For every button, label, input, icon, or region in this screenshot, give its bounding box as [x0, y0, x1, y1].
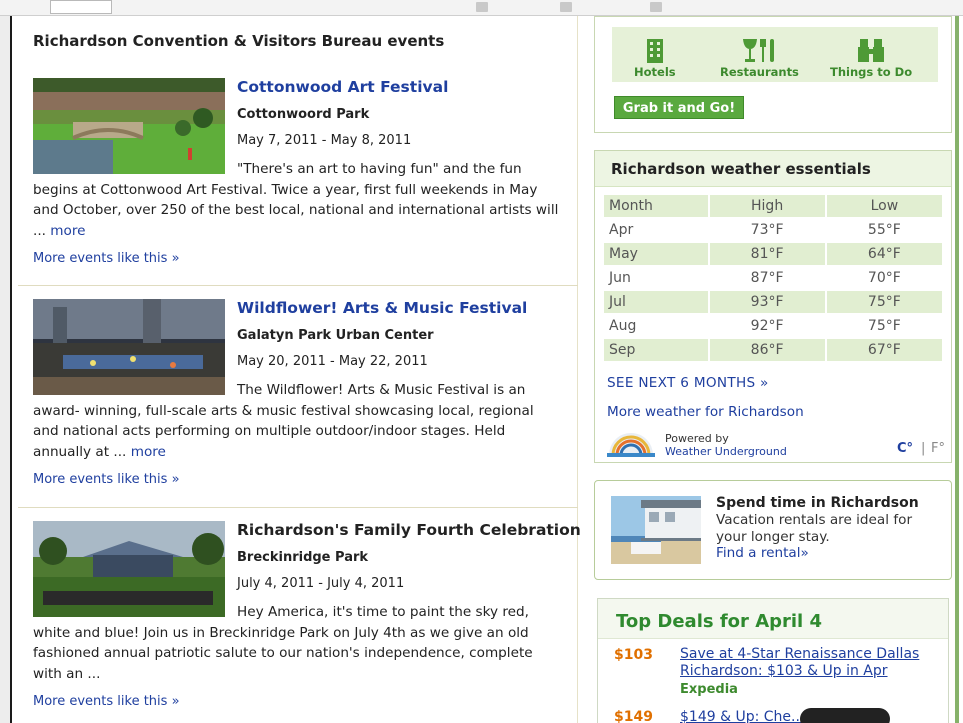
- weather-table-header: Month High Low: [604, 195, 942, 217]
- more-events-link[interactable]: More events like this »: [33, 694, 180, 709]
- event-item: Richardson's Family Fourth Celebration B…: [18, 508, 581, 723]
- things-to-do-label: Things to Do: [830, 65, 913, 79]
- event-date: May 7, 2011 - May 8, 2011: [237, 133, 412, 148]
- unit-separator: |: [921, 441, 926, 456]
- quick-links-box: Hotels Restaurants Things to Do Grab it …: [594, 16, 952, 133]
- see-next-6-months-link[interactable]: SEE NEXT 6 MONTHS »: [607, 375, 769, 391]
- toolbar-icon[interactable]: [560, 2, 572, 12]
- col-high: High: [709, 195, 825, 217]
- browser-viewport: Richardson Convention & Visitors Bureau …: [0, 0, 963, 723]
- deal-source: Expedia: [680, 682, 738, 697]
- table-row: May 81°F 64°F: [604, 243, 942, 265]
- binoculars-icon: [858, 39, 885, 62]
- weather-high: 93°F: [709, 291, 825, 313]
- event-description: Hey America, it's time to paint the sky …: [33, 602, 563, 684]
- event-venue: Breckinridge Park: [237, 550, 369, 565]
- weather-month: Jun: [604, 267, 708, 289]
- table-row: Jun 87°F 70°F: [604, 267, 942, 289]
- celsius-toggle[interactable]: C°: [897, 441, 913, 456]
- weather-month: Jul: [604, 291, 708, 313]
- event-venue: Cottonwoord Park: [237, 107, 370, 122]
- weather-high: 92°F: [709, 315, 825, 337]
- more-weather-link[interactable]: More weather for Richardson: [607, 404, 804, 420]
- deal-price: $103: [614, 647, 653, 663]
- table-row: Sep 86°F 67°F: [604, 339, 942, 361]
- fahrenheit-toggle[interactable]: F°: [931, 441, 945, 456]
- mouse-cursor-overlay: [800, 708, 890, 723]
- event-date: July 4, 2011 - July 4, 2011: [237, 576, 405, 591]
- more-events-link[interactable]: More events like this »: [33, 251, 180, 266]
- grab-it-and-go-button[interactable]: Grab it and Go!: [614, 96, 744, 119]
- weather-month: Apr: [604, 219, 708, 241]
- find-a-rental-link[interactable]: Find a rental»: [716, 545, 809, 561]
- event-more-link[interactable]: more: [131, 444, 166, 460]
- things-to-do-link[interactable]: Things to Do: [830, 37, 912, 79]
- event-more-link[interactable]: more: [50, 223, 85, 239]
- hotels-label: Hotels: [634, 65, 676, 79]
- weather-table: Month High Low Apr 73°F 55°F May 81°F 64…: [602, 193, 944, 363]
- toolbar-icon[interactable]: [650, 2, 662, 12]
- powered-by-label: Powered by: [665, 432, 729, 445]
- browser-toolbar: [0, 0, 963, 16]
- event-title-link[interactable]: Wildflower! Arts & Music Festival: [237, 299, 527, 317]
- event-item: Cottonwood Art Festival Cottonwoord Park…: [18, 16, 578, 286]
- event-description: "There's an art to having fun" and the f…: [33, 159, 563, 241]
- weather-underground-logo-icon[interactable]: [607, 433, 655, 457]
- more-events-link[interactable]: More events like this »: [33, 472, 180, 487]
- weather-header: Richardson weather essentials: [595, 151, 951, 187]
- weather-underground-link[interactable]: Weather Underground: [665, 445, 787, 458]
- spend-time-text: Vacation rentals are ideal for your long…: [716, 512, 913, 545]
- spend-time-title: Spend time in Richardson: [716, 495, 919, 511]
- weather-low: 70°F: [826, 267, 942, 289]
- weather-high: 73°F: [709, 219, 825, 241]
- table-row: Apr 73°F 55°F: [604, 219, 942, 241]
- deals-header: Top Deals for April 4: [598, 599, 948, 639]
- weather-month: Sep: [604, 339, 708, 361]
- event-title[interactable]: Richardson's Family Fourth Celebration: [237, 521, 581, 539]
- weather-high: 81°F: [709, 243, 825, 265]
- weather-month: Aug: [604, 315, 708, 337]
- hotels-link[interactable]: Hotels: [634, 37, 676, 79]
- event-description-text: "There's an art to having fun" and the f…: [33, 161, 559, 239]
- event-description-text: Hey America, it's time to paint the sky …: [33, 604, 533, 682]
- quick-links-bar: Hotels Restaurants Things to Do: [612, 27, 938, 82]
- beach-house-photo[interactable]: [611, 496, 701, 564]
- table-row: Aug 92°F 75°F: [604, 315, 942, 337]
- events-panel: Richardson Convention & Visitors Bureau …: [18, 16, 581, 723]
- event-title-link[interactable]: Cottonwood Art Festival: [237, 78, 448, 96]
- toolbar-icon[interactable]: [476, 2, 488, 12]
- weather-low: 75°F: [826, 315, 942, 337]
- col-low: Low: [826, 195, 942, 217]
- restaurant-icon: [743, 39, 775, 62]
- weather-low: 64°F: [826, 243, 942, 265]
- weather-low: 55°F: [826, 219, 942, 241]
- weather-box: Richardson weather essentials Month High…: [594, 150, 952, 463]
- weather-month: May: [604, 243, 708, 265]
- weather-high: 86°F: [709, 339, 825, 361]
- restaurants-label: Restaurants: [720, 65, 799, 79]
- toolbar-search-field[interactable]: [50, 0, 112, 14]
- event-venue: Galatyn Park Urban Center: [237, 328, 434, 343]
- event-description: The Wildflower! Arts & Music Festival is…: [33, 380, 563, 462]
- deal-price: $149: [614, 709, 653, 723]
- event-item: Wildflower! Arts & Music Festival Galaty…: [18, 286, 578, 508]
- weather-title: Richardson weather essentials: [611, 160, 871, 178]
- top-deals-box: Top Deals for April 4 $103 Save at 4-Sta…: [597, 598, 949, 723]
- deals-title: Top Deals for April 4: [616, 611, 823, 632]
- event-date: May 20, 2011 - May 22, 2011: [237, 354, 428, 369]
- weather-low: 75°F: [826, 291, 942, 313]
- table-row: Jul 93°F 75°F: [604, 291, 942, 313]
- right-window-edge: [955, 16, 963, 723]
- hotel-icon: [646, 39, 663, 63]
- restaurants-link[interactable]: Restaurants: [720, 37, 799, 79]
- deal-link[interactable]: Save at 4-Star Renaissance Dallas Richar…: [680, 646, 940, 680]
- left-window-edge: [0, 16, 12, 723]
- weather-low: 67°F: [826, 339, 942, 361]
- weather-high: 87°F: [709, 267, 825, 289]
- col-month: Month: [604, 195, 708, 217]
- vacation-rental-box: Spend time in Richardson Vacation rental…: [594, 480, 952, 580]
- event-description-text: The Wildflower! Arts & Music Festival is…: [33, 382, 534, 460]
